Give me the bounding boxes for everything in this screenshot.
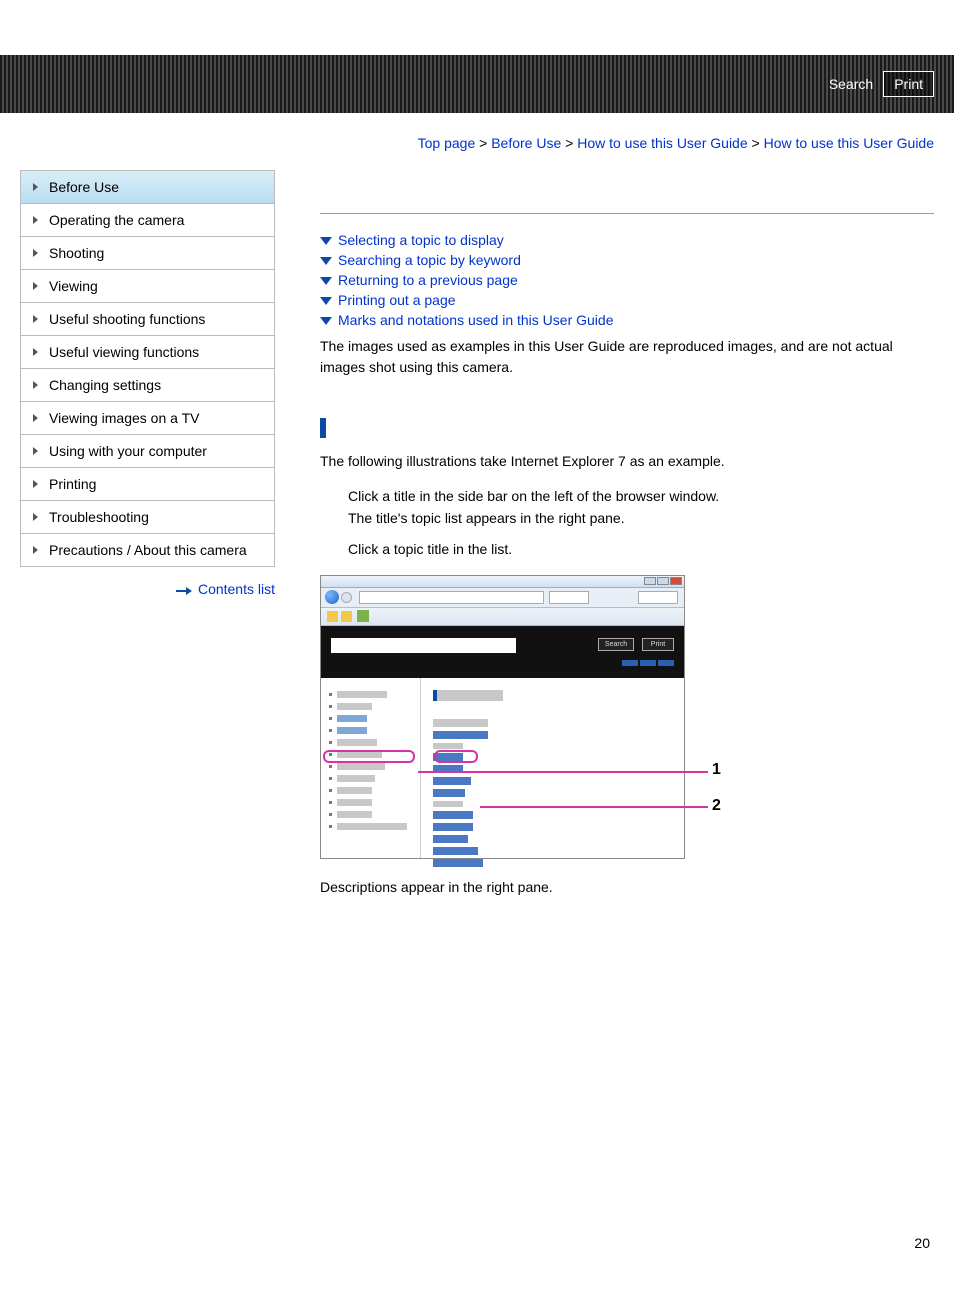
toc-link[interactable]: Printing out a page bbox=[338, 292, 456, 308]
sidebar-item-viewing[interactable]: Viewing bbox=[20, 269, 275, 303]
caret-icon bbox=[33, 513, 38, 521]
caret-icon bbox=[33, 315, 38, 323]
sidebar-item-label: Viewing images on a TV bbox=[49, 410, 199, 426]
sidebar-item-viewing-tv[interactable]: Viewing images on a TV bbox=[20, 401, 275, 435]
sidebar-item-precautions[interactable]: Precautions / About this camera bbox=[20, 533, 275, 567]
caret-icon bbox=[33, 546, 38, 554]
sidebar-item-label: Shooting bbox=[49, 245, 104, 261]
caret-icon bbox=[33, 183, 38, 191]
note-text: The images used as examples in this User… bbox=[320, 336, 934, 378]
down-triangle-icon bbox=[320, 237, 332, 245]
sidebar-item-before-use[interactable]: Before Use bbox=[20, 170, 275, 204]
sidebar-item-label: Using with your computer bbox=[49, 443, 207, 459]
search-link[interactable]: Search bbox=[829, 76, 873, 92]
sidebar-item-label: Before Use bbox=[49, 179, 119, 195]
back-icon bbox=[325, 590, 339, 604]
caret-icon bbox=[33, 381, 38, 389]
illu-search-button: Search bbox=[598, 638, 634, 651]
contents-list-link[interactable]: Contents list bbox=[198, 581, 275, 597]
caret-icon bbox=[33, 348, 38, 356]
sidebar-item-label: Printing bbox=[49, 476, 96, 492]
contents-list-link-wrap: Contents list bbox=[20, 581, 275, 597]
step-2: Click a topic title in the list. bbox=[348, 539, 934, 561]
sidebar-item-shooting[interactable]: Shooting bbox=[20, 236, 275, 270]
illu-browser-window: Search Print bbox=[320, 575, 685, 859]
arrow-right-icon bbox=[176, 588, 194, 594]
sidebar-item-label: Precautions / About this camera bbox=[49, 542, 247, 558]
header-banner: Search Print bbox=[0, 55, 954, 113]
sidebar-item-label: Troubleshooting bbox=[49, 509, 149, 525]
illu-print-button: Print bbox=[642, 638, 674, 651]
sidebar-item-useful-viewing[interactable]: Useful viewing functions bbox=[20, 335, 275, 369]
sidebar-item-changing-settings[interactable]: Changing settings bbox=[20, 368, 275, 402]
sidebar-item-label: Useful viewing functions bbox=[49, 344, 199, 360]
sidebar-item-printing[interactable]: Printing bbox=[20, 467, 275, 501]
caret-icon bbox=[33, 216, 38, 224]
breadcrumb-l2[interactable]: How to use this User Guide bbox=[577, 135, 747, 151]
caret-icon bbox=[33, 249, 38, 257]
page-number: 20 bbox=[0, 1235, 954, 1251]
breadcrumb-current: How to use this User Guide bbox=[764, 135, 934, 151]
callout-line-1 bbox=[418, 771, 708, 773]
toc-link[interactable]: Returning to a previous page bbox=[338, 272, 518, 288]
step-1a: Click a title in the side bar on the lef… bbox=[348, 486, 934, 508]
divider bbox=[320, 213, 934, 214]
caret-icon bbox=[33, 282, 38, 290]
caret-icon bbox=[33, 414, 38, 422]
sidebar-item-operating-camera[interactable]: Operating the camera bbox=[20, 203, 275, 237]
after-text: Descriptions appear in the right pane. bbox=[320, 879, 934, 895]
breadcrumb: Top page > Before Use > How to use this … bbox=[0, 113, 954, 151]
step-1b: The title's topic list appears in the ri… bbox=[348, 508, 934, 530]
main-content: Selecting a topic to display Searching a… bbox=[275, 171, 934, 895]
sidebar-item-label: Useful shooting functions bbox=[49, 311, 205, 327]
toc-link[interactable]: Selecting a topic to display bbox=[338, 232, 504, 248]
highlight-topic bbox=[434, 750, 478, 763]
page-toc: Selecting a topic to display Searching a… bbox=[320, 232, 934, 328]
callout-1: 1 bbox=[712, 761, 721, 779]
sidebar-item-troubleshooting[interactable]: Troubleshooting bbox=[20, 500, 275, 534]
caret-icon bbox=[33, 447, 38, 455]
highlight-sidebar bbox=[323, 750, 415, 763]
sidebar-item-label: Viewing bbox=[49, 278, 98, 294]
section-bar-icon bbox=[320, 418, 326, 438]
star-icon bbox=[341, 611, 352, 622]
illustration: Search Print bbox=[320, 575, 725, 859]
callout-line-2 bbox=[480, 806, 708, 808]
forward-icon bbox=[341, 592, 352, 603]
callout-2: 2 bbox=[712, 797, 721, 815]
toc-link[interactable]: Marks and notations used in this User Gu… bbox=[338, 312, 613, 328]
sidebar-item-label: Changing settings bbox=[49, 377, 161, 393]
down-triangle-icon bbox=[320, 297, 332, 305]
down-triangle-icon bbox=[320, 257, 332, 265]
down-triangle-icon bbox=[320, 277, 332, 285]
breadcrumb-l1[interactable]: Before Use bbox=[491, 135, 561, 151]
sidebar: Before Use Operating the camera Shooting… bbox=[20, 171, 275, 597]
down-triangle-icon bbox=[320, 317, 332, 325]
intro-text: The following illustrations take Interne… bbox=[320, 451, 934, 472]
print-button[interactable]: Print bbox=[883, 71, 934, 97]
breadcrumb-top[interactable]: Top page bbox=[418, 135, 476, 151]
toc-link[interactable]: Searching a topic by keyword bbox=[338, 252, 521, 268]
sidebar-item-label: Operating the camera bbox=[49, 212, 184, 228]
sidebar-item-computer[interactable]: Using with your computer bbox=[20, 434, 275, 468]
star-icon bbox=[327, 611, 338, 622]
steps: Click a title in the side bar on the lef… bbox=[348, 486, 934, 561]
caret-icon bbox=[33, 480, 38, 488]
sidebar-item-useful-shooting[interactable]: Useful shooting functions bbox=[20, 302, 275, 336]
